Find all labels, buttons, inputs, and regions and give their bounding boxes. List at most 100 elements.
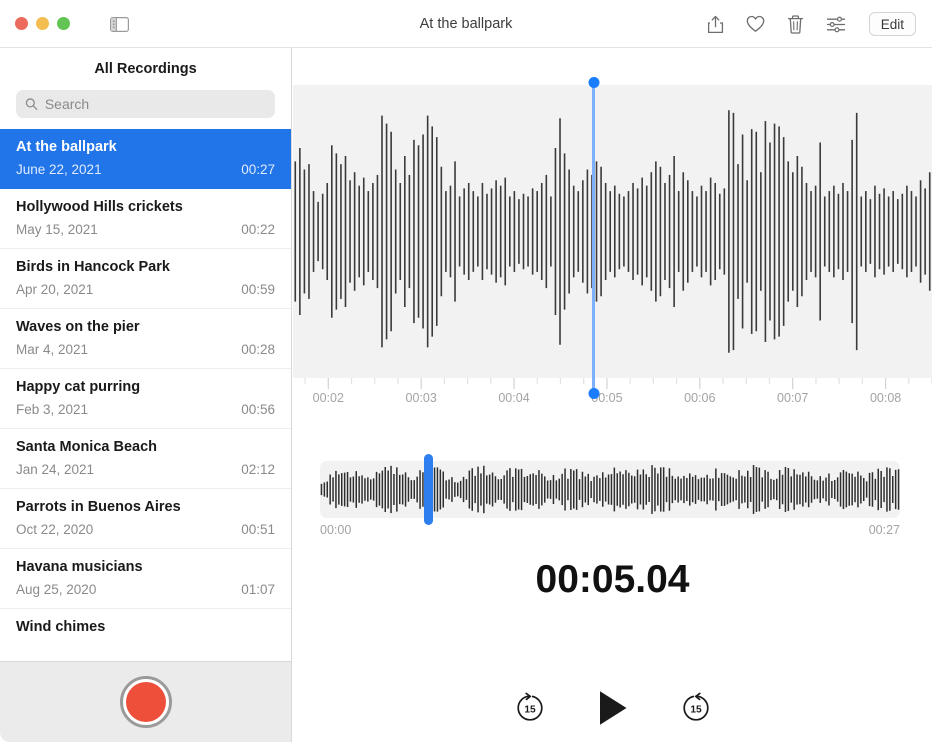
minimize-button[interactable] — [36, 17, 49, 30]
recording-meta: Apr 20, 2021 00:59 — [16, 280, 275, 300]
scrubber-times: 00:00 00:27 — [320, 523, 900, 537]
search-field[interactable] — [16, 90, 275, 118]
record-dot-icon — [126, 682, 166, 722]
recording-row[interactable]: Havana musicians Aug 25, 2020 01:07 — [0, 549, 291, 609]
voice-memos-window: At the ballpark — [0, 0, 932, 742]
search-input[interactable] — [45, 96, 266, 112]
time-ruler-ticks — [293, 378, 932, 390]
recording-name: Hollywood Hills crickets — [16, 198, 275, 217]
detail-pane: 00:0200:0300:0400:0500:0600:0700:08 00:0… — [293, 48, 932, 742]
time-ruler: 00:0200:0300:0400:0500:0600:0700:08 — [293, 378, 932, 424]
scrubber-handle[interactable] — [424, 454, 433, 525]
recording-duration: 00:59 — [241, 280, 275, 300]
ruler-label: 00:08 — [870, 391, 901, 405]
enhance-button[interactable] — [825, 12, 847, 36]
record-bar — [0, 661, 292, 742]
recording-meta: Oct 22, 2020 00:51 — [16, 520, 275, 540]
recording-name: Santa Monica Beach — [16, 438, 275, 457]
favorite-button[interactable] — [745, 12, 767, 36]
skip-forward-15-label: 15 — [690, 704, 702, 715]
recording-date: Feb 3, 2021 — [16, 400, 88, 420]
recording-duration: 00:28 — [241, 340, 275, 360]
zoom-button[interactable] — [57, 17, 70, 30]
recording-meta: Jan 24, 2021 02:12 — [16, 460, 275, 480]
recording-duration: 00:56 — [241, 400, 275, 420]
recording-duration: 01:07 — [241, 580, 275, 600]
toolbar: Edit — [705, 0, 916, 48]
recording-meta: Aug 25, 2020 01:07 — [16, 580, 275, 600]
recording-duration: 00:51 — [241, 520, 275, 540]
recording-date: Oct 22, 2020 — [16, 520, 93, 540]
recording-date: Jan 24, 2021 — [16, 460, 94, 480]
playhead-handle-top[interactable] — [588, 77, 599, 88]
recording-row[interactable]: Hollywood Hills crickets May 15, 2021 00:2… — [0, 189, 291, 249]
recording-name: Happy cat purring — [16, 378, 275, 397]
current-time-display: 00:05.04 — [293, 558, 932, 602]
search-container — [0, 90, 291, 129]
sliders-icon — [826, 16, 846, 33]
ruler-label: 00:02 — [313, 391, 344, 405]
skip-back-15-icon: 15 — [513, 691, 547, 725]
search-icon — [25, 97, 38, 111]
recording-duration: 00:22 — [241, 220, 275, 240]
scrubber-track[interactable] — [320, 461, 900, 518]
ruler-label: 00:04 — [498, 391, 529, 405]
recording-row[interactable]: At the ballpark June 22, 2021 00:27 — [0, 129, 291, 189]
trash-icon — [787, 15, 804, 34]
playhead-handle-bottom[interactable] — [588, 388, 599, 399]
scrubber[interactable] — [320, 461, 900, 518]
sidebar-title: All Recordings — [0, 48, 291, 90]
recording-date: Mar 4, 2021 — [16, 340, 88, 360]
recording-meta: Mar 4, 2021 00:28 — [16, 340, 275, 360]
recording-row[interactable]: Parrots in Buenos Aires Oct 22, 2020 00:51 — [0, 489, 291, 549]
recording-name: Parrots in Buenos Aires — [16, 498, 275, 517]
scrubber-start-time: 00:00 — [320, 523, 351, 537]
recording-name: Wind chimes — [16, 618, 275, 637]
titlebar: At the ballpark — [0, 0, 932, 48]
close-button[interactable] — [15, 17, 28, 30]
play-button[interactable] — [596, 689, 630, 727]
time-ruler-labels: 00:0200:0300:0400:0500:0600:0700:08 — [293, 391, 932, 411]
record-button[interactable] — [120, 676, 172, 728]
ruler-label: 00:06 — [684, 391, 715, 405]
recording-name: Havana musicians — [16, 558, 275, 577]
recording-duration: 00:27 — [241, 160, 275, 180]
recording-row[interactable]: Santa Monica Beach Jan 24, 2021 02:12 — [0, 429, 291, 489]
scrubber-waveform-graphic — [320, 461, 900, 518]
recording-meta: June 22, 2021 00:27 — [16, 160, 275, 180]
traffic-lights — [15, 17, 70, 30]
recording-name: Birds in Hancock Park — [16, 258, 275, 277]
recording-date: June 22, 2021 — [16, 160, 102, 180]
skip-forward-15-button[interactable]: 15 — [679, 691, 713, 725]
edit-button[interactable]: Edit — [869, 12, 916, 36]
recording-name: At the ballpark — [16, 138, 275, 157]
play-icon — [596, 689, 630, 727]
recording-name: Waves on the pier — [16, 318, 275, 337]
recording-row[interactable]: Waves on the pier Mar 4, 2021 00:28 — [0, 309, 291, 369]
ruler-label: 00:03 — [406, 391, 437, 405]
main-waveform[interactable] — [293, 85, 932, 378]
main-waveform-graphic — [293, 85, 932, 378]
recording-row[interactable]: Wind chimes — [0, 609, 291, 669]
skip-back-15-label: 15 — [524, 704, 536, 715]
scrubber-end-time: 00:27 — [869, 523, 900, 537]
playhead[interactable] — [592, 82, 595, 394]
transport-controls: 15 15 — [293, 678, 932, 738]
recording-date: Aug 25, 2020 — [16, 580, 96, 600]
sidebar: All Recordings At the ballpark June 22, 2… — [0, 48, 292, 742]
sidebar-toggle-button[interactable] — [107, 14, 131, 34]
recording-date: May 15, 2021 — [16, 220, 98, 240]
recording-row[interactable]: Birds in Hancock Park Apr 20, 2021 00:59 — [0, 249, 291, 309]
share-button[interactable] — [705, 12, 727, 36]
recording-meta: May 15, 2021 00:22 — [16, 220, 275, 240]
skip-forward-15-icon: 15 — [679, 691, 713, 725]
recording-date: Apr 20, 2021 — [16, 280, 93, 300]
recording-row[interactable]: Happy cat purring Feb 3, 2021 00:56 — [0, 369, 291, 429]
recording-meta: Feb 3, 2021 00:56 — [16, 400, 275, 420]
skip-back-15-button[interactable]: 15 — [513, 691, 547, 725]
recording-duration: 02:12 — [241, 460, 275, 480]
recordings-list: At the ballpark June 22, 2021 00:27 Hollywo… — [0, 129, 291, 669]
heart-icon — [746, 15, 765, 33]
sidebar-toggle-icon — [110, 17, 129, 32]
delete-button[interactable] — [785, 12, 807, 36]
